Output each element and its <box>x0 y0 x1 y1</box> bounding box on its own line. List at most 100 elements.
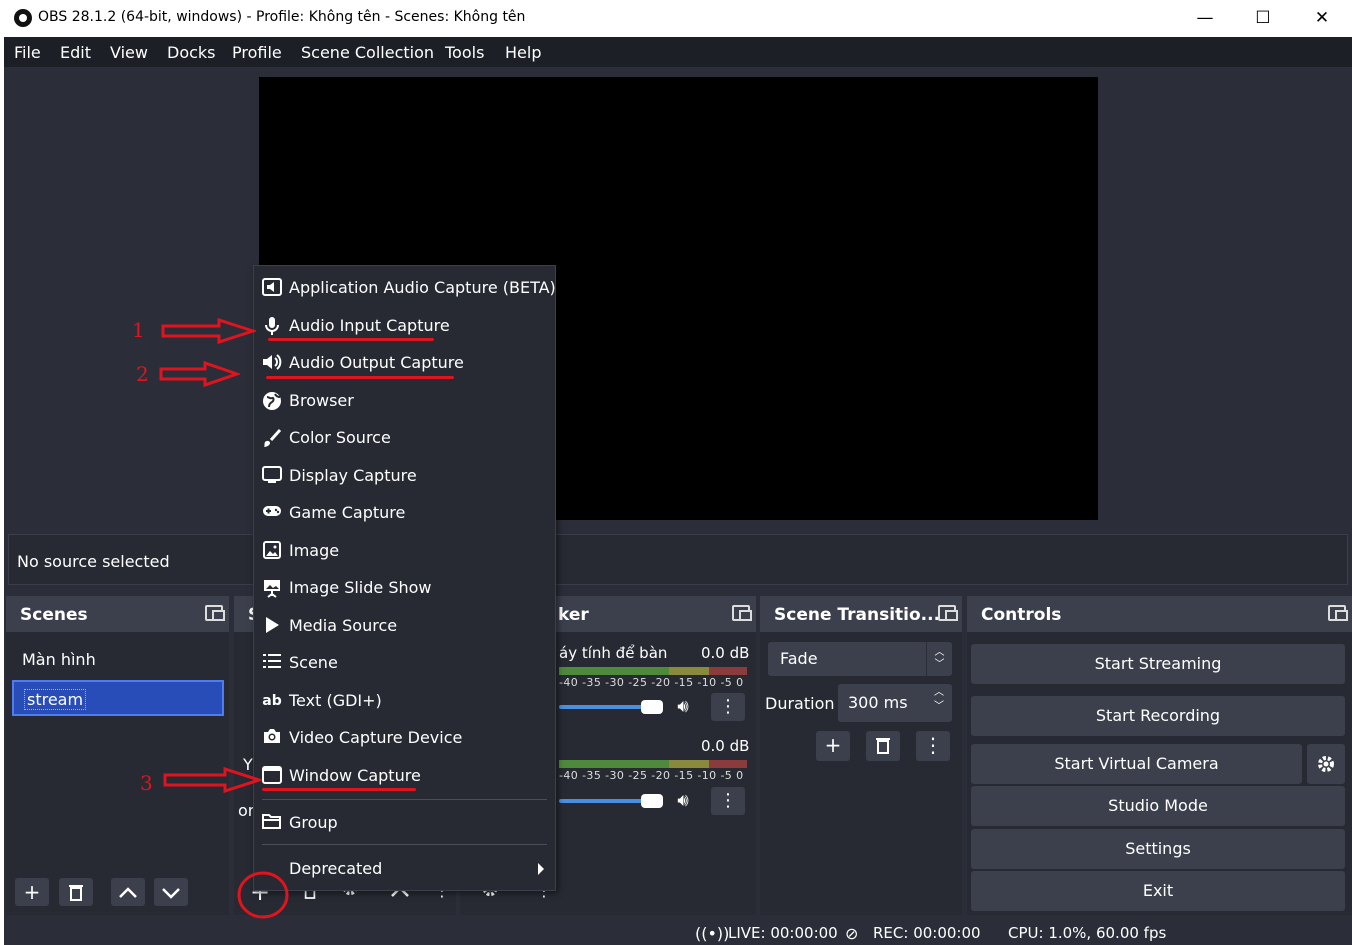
microphone-icon <box>262 316 282 336</box>
menu-item-scene[interactable]: Scene <box>254 645 555 681</box>
transition-properties-icon[interactable]: ⋮ <box>916 731 950 761</box>
menu-file[interactable]: File <box>14 43 41 62</box>
globe-icon <box>262 391 282 411</box>
menu-item-text-gdi[interactable]: ab Text (GDI+) <box>254 683 555 719</box>
menu-scene-collection[interactable]: Scene Collection <box>301 43 434 62</box>
sources-hint-text-2: or <box>238 801 255 820</box>
undock-icon[interactable] <box>938 605 958 621</box>
scenes-dock-title: Scenes <box>20 605 88 625</box>
move-scene-down-button[interactable] <box>154 878 188 906</box>
move-scene-up-button[interactable] <box>111 878 145 906</box>
scenes-dock-header: Scenes <box>6 596 229 632</box>
menu-item-video-capture-device[interactable]: Video Capture Device <box>254 720 555 756</box>
trash-icon <box>69 885 83 901</box>
no-source-label: No source selected <box>17 552 170 571</box>
remove-scene-button[interactable] <box>59 878 93 906</box>
menu-item-label: Color Source <box>289 428 391 447</box>
transition-select[interactable]: Fade ︿ ﹀ <box>768 642 952 676</box>
audio-level-meter <box>559 667 747 675</box>
annotation-number-1: 1 <box>132 318 145 342</box>
undock-icon[interactable] <box>732 605 752 621</box>
menu-item-label: Video Capture Device <box>289 728 463 747</box>
annotation-number-2: 2 <box>136 362 149 386</box>
maximize-button[interactable]: ☐ <box>1240 4 1286 32</box>
volume-slider-handle[interactable] <box>641 794 663 808</box>
menu-item-label: Deprecated <box>289 859 383 878</box>
undock-icon[interactable] <box>1328 605 1348 621</box>
menu-item-label: Scene <box>289 653 338 672</box>
menu-item-browser[interactable]: Browser <box>254 383 555 419</box>
menu-separator <box>262 844 547 845</box>
start-streaming-button[interactable]: Start Streaming <box>971 644 1345 684</box>
start-virtual-camera-button[interactable]: Start Virtual Camera <box>971 744 1302 784</box>
duration-value: 300 ms <box>848 693 908 712</box>
menu-item-group[interactable]: Group <box>254 805 555 841</box>
scene-item-man-hinh[interactable]: Màn hình <box>12 642 224 678</box>
rec-icon: ⊘ <box>845 924 859 943</box>
close-button[interactable]: ✕ <box>1299 4 1345 32</box>
trash-icon <box>876 738 890 754</box>
app-audio-icon <box>262 278 282 298</box>
studio-mode-button[interactable]: Studio Mode <box>971 786 1345 826</box>
menu-item-application-audio-capture[interactable]: Application Audio Capture (BETA) <box>254 270 556 306</box>
settings-button[interactable]: Settings <box>971 829 1345 869</box>
rec-timer: REC: 00:00:00 <box>873 924 981 942</box>
speaker-icon <box>262 353 282 373</box>
duration-spinbox[interactable]: 300 ms ︿ ﹀ <box>838 684 952 722</box>
menu-item-color-source[interactable]: Color Source <box>254 420 555 456</box>
add-scene-button[interactable]: + <box>15 878 49 906</box>
menu-edit[interactable]: Edit <box>60 43 91 62</box>
brush-icon <box>262 428 282 448</box>
annotation-arrow-3 <box>163 767 262 793</box>
audio-more-icon[interactable]: ⋮ <box>711 787 745 815</box>
audio-more-icon[interactable]: ⋮ <box>711 693 745 721</box>
speaker-mute-icon[interactable]: 🔊︎ <box>670 694 696 720</box>
transition-select-value: Fade <box>780 649 818 668</box>
camera-icon <box>262 728 282 748</box>
undock-icon[interactable] <box>205 605 225 621</box>
chevron-down-icon <box>162 888 180 899</box>
menu-item-label: Window Capture <box>289 766 421 785</box>
annotation-arrow-2 <box>159 361 240 387</box>
title-bar: OBS 28.1.2 (64-bit, windows) - Profile: … <box>0 0 1352 37</box>
spin-arrows-icon[interactable]: ︿ ﹀ <box>930 686 948 714</box>
list-icon <box>262 653 282 673</box>
scene-item-stream[interactable]: stream <box>12 680 224 716</box>
transitions-header: Scene Transitio... <box>760 596 962 632</box>
annotation-arrow-1 <box>161 318 256 344</box>
menu-tools[interactable]: Tools <box>445 43 484 62</box>
menu-help[interactable]: Help <box>505 43 541 62</box>
menu-item-image-slide-show[interactable]: Image Slide Show <box>254 570 555 606</box>
menu-item-label: Image <box>289 541 340 560</box>
menu-docks[interactable]: Docks <box>167 43 216 62</box>
annotation-underline-2 <box>266 376 454 379</box>
menu-item-label: Audio Input Capture <box>289 316 450 335</box>
annotation-number-3: 3 <box>140 771 153 795</box>
gamepad-icon <box>262 503 282 523</box>
menu-view[interactable]: View <box>110 43 148 62</box>
submenu-arrow-icon <box>538 863 544 875</box>
minimize-button[interactable]: — <box>1182 4 1228 32</box>
image-icon <box>262 541 282 561</box>
menu-item-deprecated[interactable]: Deprecated <box>254 851 555 887</box>
menu-item-image[interactable]: Image <box>254 533 555 569</box>
remove-transition-button[interactable] <box>866 731 900 761</box>
virtual-camera-settings-button[interactable] <box>1307 744 1345 784</box>
menu-item-label: Text (GDI+) <box>289 691 382 710</box>
menu-item-display-capture[interactable]: Display Capture <box>254 458 555 494</box>
start-recording-button[interactable]: Start Recording <box>971 696 1345 736</box>
duration-label: Duration <box>765 694 835 713</box>
menu-separator <box>262 799 547 800</box>
meter-ticks: -40 -35 -30 -25 -20 -15 -10 -5 0 <box>559 769 744 782</box>
add-transition-button[interactable]: + <box>816 731 850 761</box>
menu-item-media-source[interactable]: Media Source <box>254 608 555 644</box>
menu-item-game-capture[interactable]: Game Capture <box>254 495 555 531</box>
speaker-mute-icon[interactable]: 🔊︎ <box>670 788 696 814</box>
menu-item-label: Game Capture <box>289 503 406 522</box>
exit-button[interactable]: Exit <box>971 871 1345 911</box>
select-arrows-icon: ︿ ﹀ <box>926 642 952 676</box>
menu-profile[interactable]: Profile <box>232 43 282 62</box>
controls-title: Controls <box>981 605 1062 625</box>
volume-slider-handle[interactable] <box>641 700 663 714</box>
audio-channel-name: áy tính để bàn <box>559 644 668 662</box>
